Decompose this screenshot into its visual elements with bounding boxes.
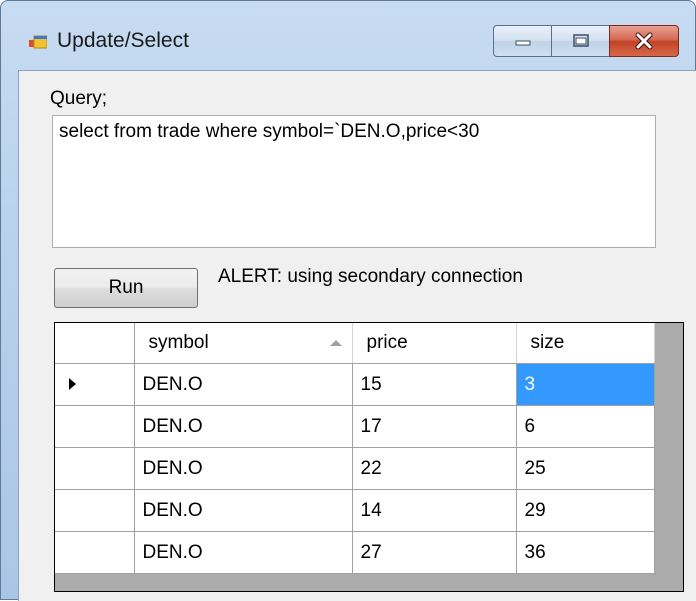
row-header[interactable]	[55, 405, 135, 448]
window-title: Update/Select	[57, 29, 189, 52]
table-row[interactable]: DEN.O 27 36	[55, 531, 655, 574]
column-header-price[interactable]: price	[352, 323, 517, 364]
app-icon	[29, 35, 47, 49]
row-header-corner[interactable]	[55, 323, 135, 364]
column-header-label: price	[366, 332, 408, 353]
cell-symbol[interactable]: DEN.O	[134, 363, 353, 406]
cell-size[interactable]: 3	[516, 363, 655, 406]
cell-price[interactable]: 14	[352, 489, 517, 532]
cell-size[interactable]: 29	[516, 489, 655, 532]
column-header-label: symbol	[148, 332, 209, 353]
row-header[interactable]	[55, 363, 135, 406]
table-row[interactable]: DEN.O 14 29	[55, 489, 655, 532]
column-header-symbol[interactable]: symbol	[134, 323, 353, 364]
close-button[interactable]	[609, 25, 679, 57]
cell-price[interactable]: 17	[352, 405, 517, 448]
maximize-icon	[572, 34, 589, 47]
current-row-icon	[69, 377, 76, 390]
results-grid[interactable]: symbol price size DEN.O 15 3 DEN.O 17 6 …	[54, 322, 684, 592]
minimize-icon	[515, 40, 530, 46]
cell-symbol[interactable]: DEN.O	[134, 531, 353, 574]
query-textbox[interactable]: select from trade where symbol=`DEN.O,pr…	[52, 115, 656, 248]
minimize-button[interactable]	[493, 25, 551, 57]
cell-size[interactable]: 6	[516, 405, 655, 448]
cell-symbol[interactable]: DEN.O	[134, 447, 353, 490]
cell-price[interactable]: 27	[352, 531, 517, 574]
query-label: Query;	[50, 88, 108, 109]
alert-message: ALERT: using secondary connection	[218, 266, 523, 287]
run-button[interactable]: Run	[54, 268, 198, 308]
header-row: symbol price size	[55, 323, 655, 364]
title-bar[interactable]: Update/Select	[1, 1, 695, 63]
table-row[interactable]: DEN.O 17 6	[55, 405, 655, 448]
table-row[interactable]: DEN.O 15 3	[55, 363, 655, 406]
close-icon	[635, 32, 653, 50]
cell-price[interactable]: 22	[352, 447, 517, 490]
table-row[interactable]: DEN.O 22 25	[55, 447, 655, 490]
caption-buttons	[493, 25, 679, 59]
maximize-button[interactable]	[551, 25, 609, 57]
sort-ascending-icon	[329, 340, 342, 346]
cell-price[interactable]: 15	[352, 363, 517, 406]
row-header[interactable]	[55, 447, 135, 490]
column-header-label: size	[530, 332, 565, 353]
row-header[interactable]	[55, 489, 135, 532]
cell-symbol[interactable]: DEN.O	[134, 489, 353, 532]
column-header-size[interactable]: size	[516, 323, 655, 364]
results-table: symbol price size DEN.O 15 3 DEN.O 17 6 …	[55, 323, 655, 574]
cell-symbol[interactable]: DEN.O	[134, 405, 353, 448]
cell-size[interactable]: 36	[516, 531, 655, 574]
row-header[interactable]	[55, 531, 135, 574]
cell-size[interactable]: 25	[516, 447, 655, 490]
